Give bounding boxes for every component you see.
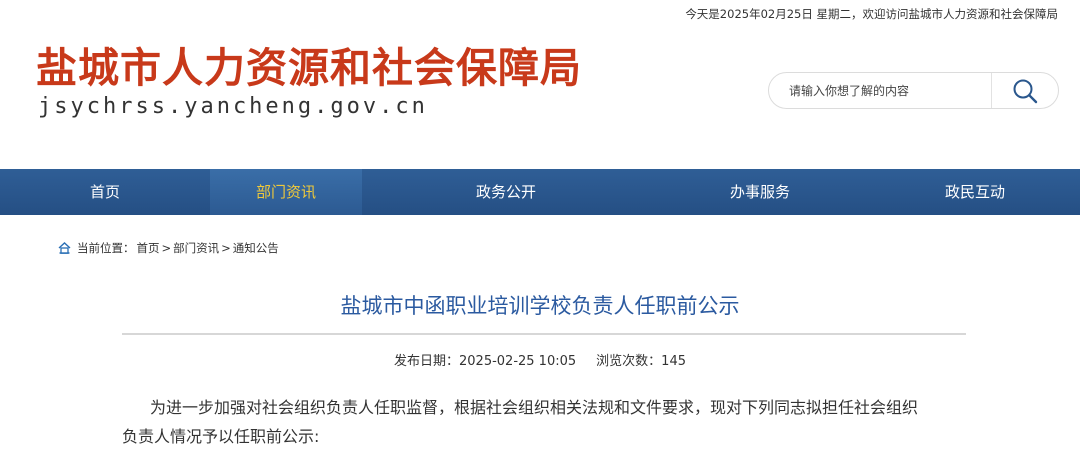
article-paragraph-line-1: 为进一步加强对社会组织负责人任职监督，根据社会组织相关法规和文件要求，现对下列同…	[150, 398, 919, 417]
site-domain: jsychrss.yancheng.gov.cn	[38, 94, 428, 119]
search-button[interactable]	[992, 73, 1058, 108]
top-bar: 今天是2025年02月25日 星期二，欢迎访问盐城市人力资源和社会保障局	[0, 0, 1080, 26]
breadcrumb-separator: >	[221, 241, 231, 255]
nav-item-department-news[interactable]: 部门资讯	[210, 169, 362, 215]
nav-item-services[interactable]: 办事服务	[650, 169, 870, 215]
site-header: 盐城市人力资源和社会保障局 jsychrss.yancheng.gov.cn	[0, 26, 1080, 169]
site-title[interactable]: 盐城市人力资源和社会保障局	[36, 44, 582, 92]
views-count: 145	[661, 354, 686, 369]
publish-date-label: 发布日期：	[393, 354, 459, 369]
title-divider	[122, 333, 966, 335]
breadcrumb-prefix: 当前位置：	[77, 241, 135, 255]
home-icon	[58, 242, 71, 254]
breadcrumb-item-notices[interactable]: 通知公告	[233, 240, 279, 256]
breadcrumb-separator: >	[161, 241, 172, 255]
breadcrumb: 当前位置： 首页 > 部门资讯 > 通知公告	[58, 241, 281, 255]
nav-item-home[interactable]: 首页	[0, 169, 210, 215]
views-label: 浏览次数：	[596, 354, 662, 369]
search-box	[768, 72, 1059, 109]
date-welcome-text: 今天是2025年02月25日 星期二，欢迎访问盐城市人力资源和社会保障局	[685, 7, 1058, 21]
article-title: 盐城市中函职业培训学校负责人任职前公示	[340, 294, 740, 318]
search-input[interactable]	[769, 73, 991, 108]
nav-item-government-affairs[interactable]: 政务公开	[362, 169, 650, 215]
breadcrumb-item-home[interactable]: 首页	[137, 240, 160, 256]
article-paragraph-line-2: 负责人情况予以任职前公示:	[122, 427, 320, 446]
breadcrumb-item-department-news[interactable]: 部门资讯	[173, 240, 219, 256]
search-icon	[1013, 79, 1038, 103]
main-nav: 首页 部门资讯 政务公开 办事服务 政民互动	[0, 169, 1080, 215]
publish-date: 2025-02-25 10:05	[459, 354, 577, 369]
nav-item-interaction[interactable]: 政民互动	[870, 169, 1080, 215]
article-meta: 发布日期：2025-02-25 10:05 浏览次数：145	[0, 350, 1080, 369]
